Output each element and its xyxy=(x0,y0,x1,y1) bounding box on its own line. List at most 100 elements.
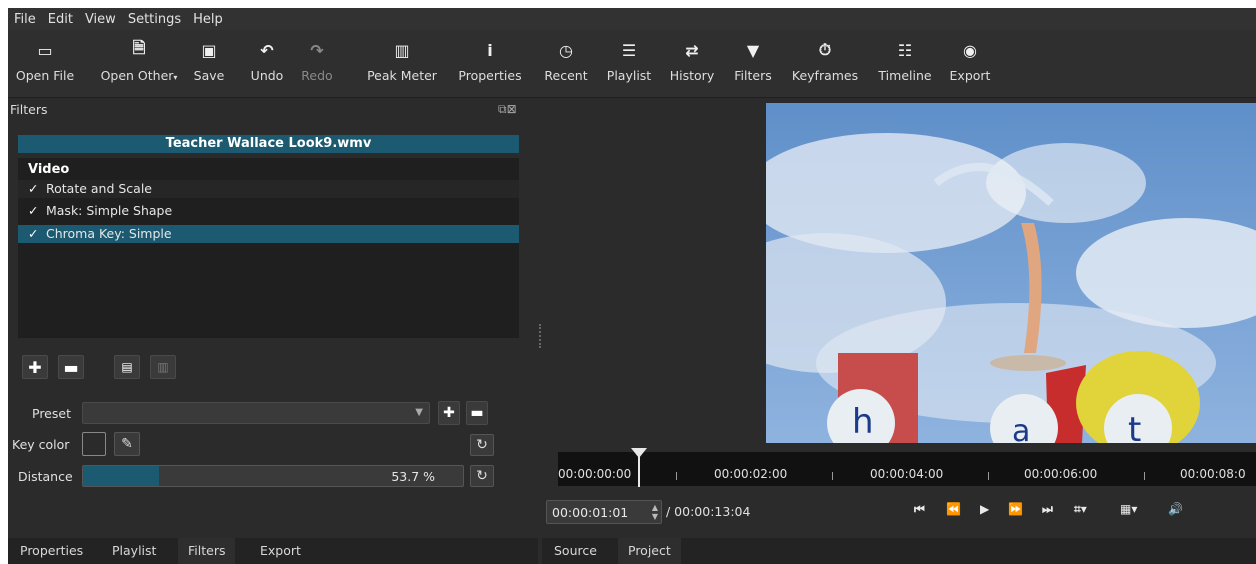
tab-export[interactable]: Export xyxy=(250,538,311,564)
skip-start-button[interactable]: ⏮ xyxy=(914,502,925,517)
video-frame[interactable]: h a t xyxy=(766,103,1256,443)
open-other-button[interactable]: 🗎 Open Other▾ xyxy=(94,30,184,98)
play-button[interactable]: ▶ xyxy=(980,502,989,516)
minus-icon: ▬ xyxy=(470,405,484,421)
reset-icon: ↻ xyxy=(476,437,488,453)
ruler-label: 00:00:08:0 xyxy=(1180,467,1246,481)
undo-button[interactable]: ↶ Undo xyxy=(246,30,288,98)
timeline-ruler[interactable]: 00:00:00:00 00:00:02:00 00:00:04:00 00:0… xyxy=(558,452,1256,486)
peak-meter-icon: ▥ xyxy=(394,40,410,60)
distance-slider[interactable]: 53.7 % xyxy=(82,465,464,487)
timecode-input[interactable]: 00:00:01:01 ▲ ▼ xyxy=(546,500,662,524)
playlist-button[interactable]: ☰ Playlist xyxy=(602,30,656,98)
eyedropper-icon: ✎ xyxy=(121,436,133,452)
copy-icon: ▤ xyxy=(121,360,133,374)
zoom-icon[interactable]: ⌗▾ xyxy=(1074,502,1087,517)
main-toolbar: ▭ Open File 🗎 Open Other▾ ▣ Save ↶ Undo … xyxy=(8,30,1256,98)
menu-help[interactable]: Help xyxy=(187,12,229,27)
paste-filters-button[interactable]: ▥ xyxy=(150,355,176,379)
reset-icon: ↻ xyxy=(476,468,488,484)
tab-project[interactable]: Project xyxy=(618,538,681,564)
tab-filters[interactable]: Filters xyxy=(178,538,236,564)
reset-key-color-button[interactable]: ↻ xyxy=(470,434,494,456)
right-tab-bar: Source Project xyxy=(542,538,1256,564)
app-window: File Edit View Settings Help ▭ Open File… xyxy=(8,8,1256,564)
remove-filter-button[interactable]: ▬ xyxy=(58,355,84,379)
fast-forward-button[interactable]: ⏩ xyxy=(1008,502,1023,516)
chevron-down-icon: ▼ xyxy=(415,407,423,418)
distance-label: Distance xyxy=(18,469,73,484)
open-file-button[interactable]: ▭ Open File xyxy=(14,30,76,98)
distance-value: 53.7 % xyxy=(391,469,435,484)
menu-edit[interactable]: Edit xyxy=(42,12,79,27)
history-button[interactable]: ⇄ History xyxy=(664,30,720,98)
ruler-label: 00:00:00:00 xyxy=(558,467,632,481)
add-filter-button[interactable]: ✚ xyxy=(22,355,48,379)
close-panel-icon[interactable]: ⊠ xyxy=(507,102,517,116)
key-color-swatch[interactable] xyxy=(82,432,106,456)
filters-panel: Filters ⧉⊠ Teacher Wallace Look9.wmv Vid… xyxy=(8,99,538,536)
save-button[interactable]: ▣ Save xyxy=(188,30,230,98)
plus-icon: ✚ xyxy=(28,357,42,377)
float-panel-icon[interactable]: ⧉ xyxy=(498,102,507,116)
dropdown-arrow-icon: ▾ xyxy=(173,73,178,82)
save-preset-button[interactable]: ✚ xyxy=(438,401,460,425)
video-frame-image: h a t xyxy=(766,103,1256,443)
minus-icon: ▬ xyxy=(63,357,79,377)
save-icon: ▣ xyxy=(201,40,217,60)
timeline-button[interactable]: ☷ Timeline xyxy=(874,30,936,98)
menu-settings[interactable]: Settings xyxy=(122,12,187,27)
spinner-icon[interactable]: ▲ ▼ xyxy=(652,503,658,521)
tab-properties[interactable]: Properties xyxy=(10,538,93,564)
menu-bar: File Edit View Settings Help xyxy=(8,8,1256,30)
menu-view[interactable]: View xyxy=(79,12,122,27)
folder-icon: ▭ xyxy=(37,40,53,60)
check-icon[interactable]: ✓ xyxy=(28,180,42,198)
info-icon: i xyxy=(487,40,493,60)
undo-icon: ↶ xyxy=(260,40,274,60)
volume-icon[interactable]: 🔊 xyxy=(1168,502,1183,516)
redo-icon: ↷ xyxy=(310,40,324,60)
tab-source[interactable]: Source xyxy=(544,538,607,564)
export-button[interactable]: ◉ Export xyxy=(944,30,996,98)
rewind-button[interactable]: ⏪ xyxy=(946,502,961,516)
ruler-label: 00:00:02:00 xyxy=(714,467,788,481)
list-icon: ☰ xyxy=(621,40,637,60)
export-icon: ◉ xyxy=(963,40,977,60)
menu-file[interactable]: File xyxy=(8,12,42,27)
grid-icon[interactable]: ▦▾ xyxy=(1120,502,1137,516)
plus-icon: ✚ xyxy=(443,405,455,421)
tab-playlist[interactable]: Playlist xyxy=(102,538,166,564)
copy-filters-button[interactable]: ▤ xyxy=(114,355,140,379)
clip-name: Teacher Wallace Look9.wmv xyxy=(18,135,519,153)
skip-end-button[interactable]: ⏭ xyxy=(1042,502,1053,517)
color-picker-button[interactable]: ✎ xyxy=(114,432,140,456)
svg-text:h: h xyxy=(852,402,874,442)
splitter-handle[interactable] xyxy=(539,324,541,348)
video-viewer: h a t xyxy=(542,99,1256,445)
history-icon: ⇄ xyxy=(685,40,699,60)
delete-preset-button[interactable]: ▬ xyxy=(466,401,488,425)
check-icon[interactable]: ✓ xyxy=(28,202,42,220)
keyframes-button[interactable]: ⏱ Keyframes xyxy=(788,30,862,98)
filter-item-chroma-key-simple[interactable]: ✓ Chroma Key: Simple xyxy=(18,225,519,243)
filter-item-rotate-scale[interactable]: ✓ Rotate and Scale xyxy=(18,180,519,198)
recent-button[interactable]: ◷ Recent xyxy=(540,30,592,98)
paste-icon: ▥ xyxy=(157,360,169,374)
redo-button[interactable]: ↷ Redo xyxy=(296,30,338,98)
filter-list[interactable]: Video ✓ Rotate and Scale ✓ Mask: Simple … xyxy=(18,158,519,338)
svg-text:a: a xyxy=(1012,414,1030,443)
timeline-icon: ☷ xyxy=(897,40,913,60)
properties-button[interactable]: i Properties xyxy=(454,30,526,98)
playhead-marker[interactable] xyxy=(631,448,647,458)
ruler-label: 00:00:04:00 xyxy=(870,467,944,481)
check-icon[interactable]: ✓ xyxy=(28,225,42,243)
peak-meter-button[interactable]: ▥ Peak Meter xyxy=(364,30,440,98)
filters-button[interactable]: ▼ Filters xyxy=(728,30,778,98)
preset-combo[interactable]: ▼ xyxy=(82,402,430,424)
filter-item-mask-simple-shape[interactable]: ✓ Mask: Simple Shape xyxy=(18,202,519,220)
list-header-video: Video xyxy=(28,162,70,177)
left-tab-bar: Properties Playlist Filters Export xyxy=(8,538,538,564)
stopwatch-icon: ⏱ xyxy=(818,40,832,59)
reset-distance-button[interactable]: ↻ xyxy=(470,465,494,487)
